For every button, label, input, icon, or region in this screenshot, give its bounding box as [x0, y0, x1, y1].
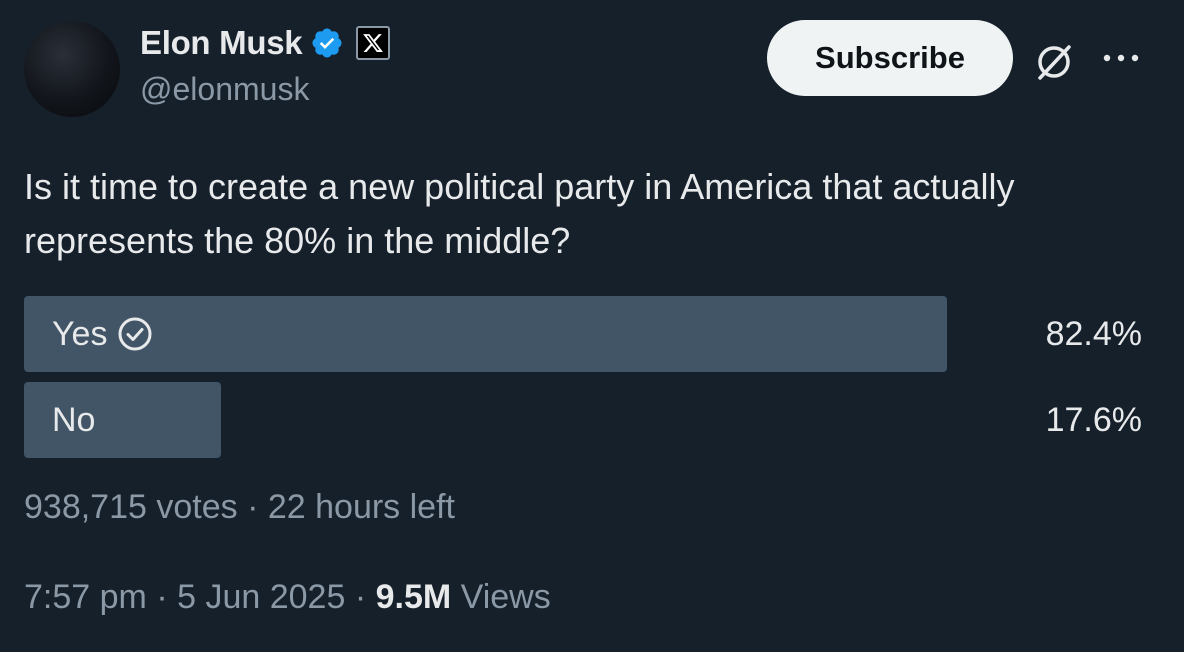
poll-percent-no: 17.6% [1045, 400, 1142, 439]
poll-percent-yes: 82.4% [1045, 314, 1142, 353]
poll-option-no: No [52, 382, 95, 458]
author-handle[interactable]: @elonmusk [140, 71, 309, 108]
footer-separator: · [354, 578, 367, 616]
verified-badge-icon[interactable] [310, 26, 344, 60]
time-left: 22 hours left [267, 488, 455, 526]
more-icon[interactable] [1100, 47, 1142, 69]
poll-meta: 938,715 votes · 22 hours left [24, 488, 455, 527]
poll-option-label: Yes [52, 314, 108, 353]
views-count[interactable]: 9.5M [376, 578, 452, 616]
x-logo-icon[interactable] [356, 26, 391, 60]
poll-bar-yes [24, 296, 947, 372]
tweet-time[interactable]: 7:57 pm [24, 578, 147, 616]
check-circle-icon [118, 317, 152, 351]
subscribe-button[interactable]: Subscribe [767, 20, 1013, 96]
vote-count: 938,715 votes [24, 488, 238, 526]
views-label: Views [460, 578, 551, 616]
meta-separator: · [247, 488, 259, 526]
tweet-date[interactable]: 5 Jun 2025 [177, 578, 345, 616]
author-display-name[interactable]: Elon Musk [140, 24, 303, 62]
author-name-row: Elon Musk [140, 24, 391, 62]
tweet-footer: 7:57 pm · 5 Jun 2025 · 9.5M Views [24, 578, 551, 617]
poll-option-label: No [52, 400, 96, 439]
grok-icon[interactable] [1032, 40, 1076, 84]
avatar[interactable] [24, 21, 120, 117]
poll-option-yes: Yes [52, 296, 153, 372]
footer-separator: · [156, 578, 168, 616]
tweet-text: Is it time to create a new political par… [24, 166, 1015, 261]
